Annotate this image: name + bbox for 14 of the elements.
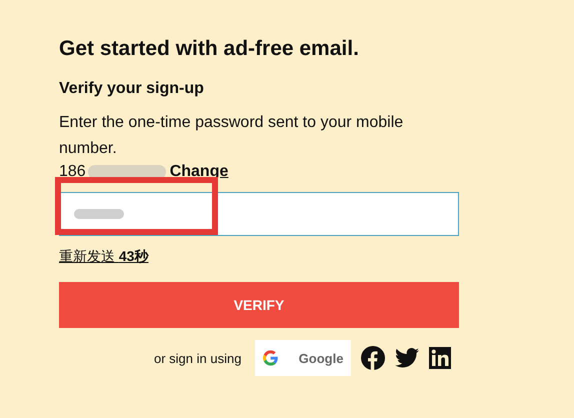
google-icon xyxy=(263,349,279,367)
bird-icon[interactable] xyxy=(395,348,420,368)
change-link[interactable]: Change xyxy=(170,162,228,182)
section-subtitle: Verify your sign-up xyxy=(59,79,205,99)
resend-link[interactable]: 重新发送 43秒 xyxy=(59,248,148,266)
google-button[interactable]: Google xyxy=(255,340,352,376)
instructions-text: Enter the one-time password sent to your mobile number. xyxy=(59,113,404,159)
sign-in-prompt: or sign in using xyxy=(154,350,242,366)
phone-number: 186 xyxy=(59,162,86,182)
otp-input-field[interactable] xyxy=(59,192,459,236)
facebook-icon[interactable] xyxy=(361,346,386,370)
verify-button[interactable]: VERIFY xyxy=(59,282,459,328)
page-title: Get started with ad-free email. xyxy=(59,36,360,62)
linkedin-icon[interactable] xyxy=(429,347,452,369)
